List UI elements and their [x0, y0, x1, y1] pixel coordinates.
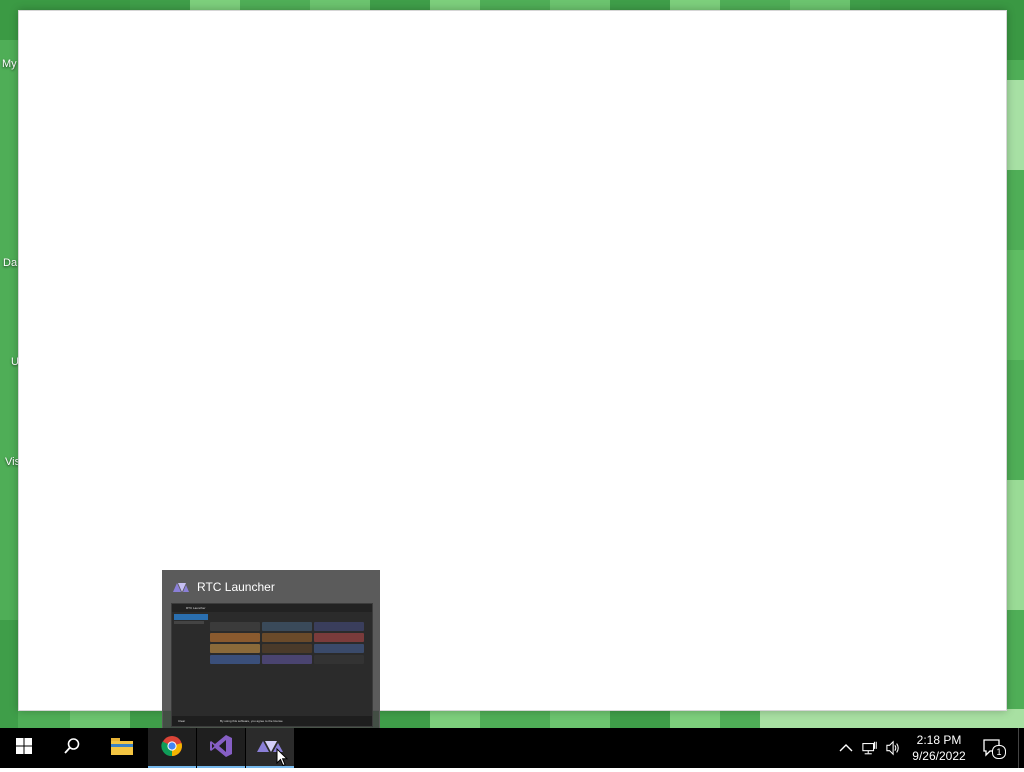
notification-icon: 1	[982, 738, 1006, 759]
notification-count-badge: 1	[992, 745, 1006, 759]
taskbar: 2:18 PM 9/26/2022 1	[0, 728, 1024, 768]
preview-tile	[262, 622, 312, 631]
search-button[interactable]	[48, 728, 96, 768]
taskbar-file-explorer[interactable]	[98, 728, 146, 768]
preview-status-left: Clear	[178, 719, 186, 723]
preview-tile	[210, 644, 260, 653]
show-hidden-icons-chevron-up-icon[interactable]	[838, 740, 854, 756]
preview-tile	[314, 644, 364, 653]
folder-icon	[110, 736, 134, 761]
action-center-button[interactable]: 1	[982, 738, 1006, 759]
wallpaper-shape	[760, 709, 1024, 728]
start-button[interactable]	[0, 728, 48, 768]
show-desktop-button[interactable]	[1018, 728, 1024, 768]
preview-status-right: By using this software, you agree to the…	[220, 719, 283, 723]
preview-tile	[210, 622, 260, 631]
thumbnail-title: RTC Launcher	[197, 580, 275, 594]
preview-sidebar-item	[174, 621, 204, 624]
taskbar-chrome[interactable]	[148, 728, 196, 768]
clock-date: 9/26/2022	[912, 749, 966, 763]
chrome-icon	[161, 735, 183, 762]
rtc-launcher-icon	[173, 581, 189, 593]
desktop-icon-label[interactable]: My	[2, 58, 17, 70]
network-icon[interactable]	[862, 740, 878, 756]
taskbar-thumbnail-preview[interactable]: RTC Launcher RTC Launcher Clear By using…	[162, 570, 380, 730]
preview-sidebar-item	[174, 614, 208, 620]
volume-icon[interactable]	[886, 740, 902, 756]
preview-tile	[262, 655, 312, 664]
clock-time: 2:18 PM	[916, 733, 962, 747]
desktop-background: My Da U Vis	[0, 0, 1024, 728]
visual-studio-icon	[209, 734, 233, 763]
thumbnail-title-bar: RTC Launcher	[173, 579, 275, 595]
preview-tile	[210, 633, 260, 642]
taskbar-visual-studio[interactable]	[197, 728, 245, 768]
preview-tile	[262, 633, 312, 642]
preview-tile	[314, 655, 364, 664]
wallpaper-shape	[1005, 250, 1024, 360]
preview-tile	[210, 655, 260, 664]
preview-tile	[262, 644, 312, 653]
preview-title: RTC Launcher	[186, 606, 206, 610]
preview-tile	[314, 622, 364, 631]
wallpaper-shape	[0, 620, 18, 728]
wallpaper-shape	[1005, 480, 1024, 610]
search-icon	[63, 737, 81, 760]
mouse-cursor-icon	[276, 747, 289, 772]
thumbnail-window-preview[interactable]: RTC Launcher Clear By using this softwar…	[171, 603, 373, 727]
windows-logo-icon	[16, 737, 32, 759]
desktop-icon-label[interactable]: Da	[3, 257, 17, 269]
wallpaper-shape	[1005, 80, 1024, 170]
preview-tile	[314, 633, 364, 642]
taskbar-clock[interactable]: 2:18 PM 9/26/2022	[904, 732, 974, 764]
